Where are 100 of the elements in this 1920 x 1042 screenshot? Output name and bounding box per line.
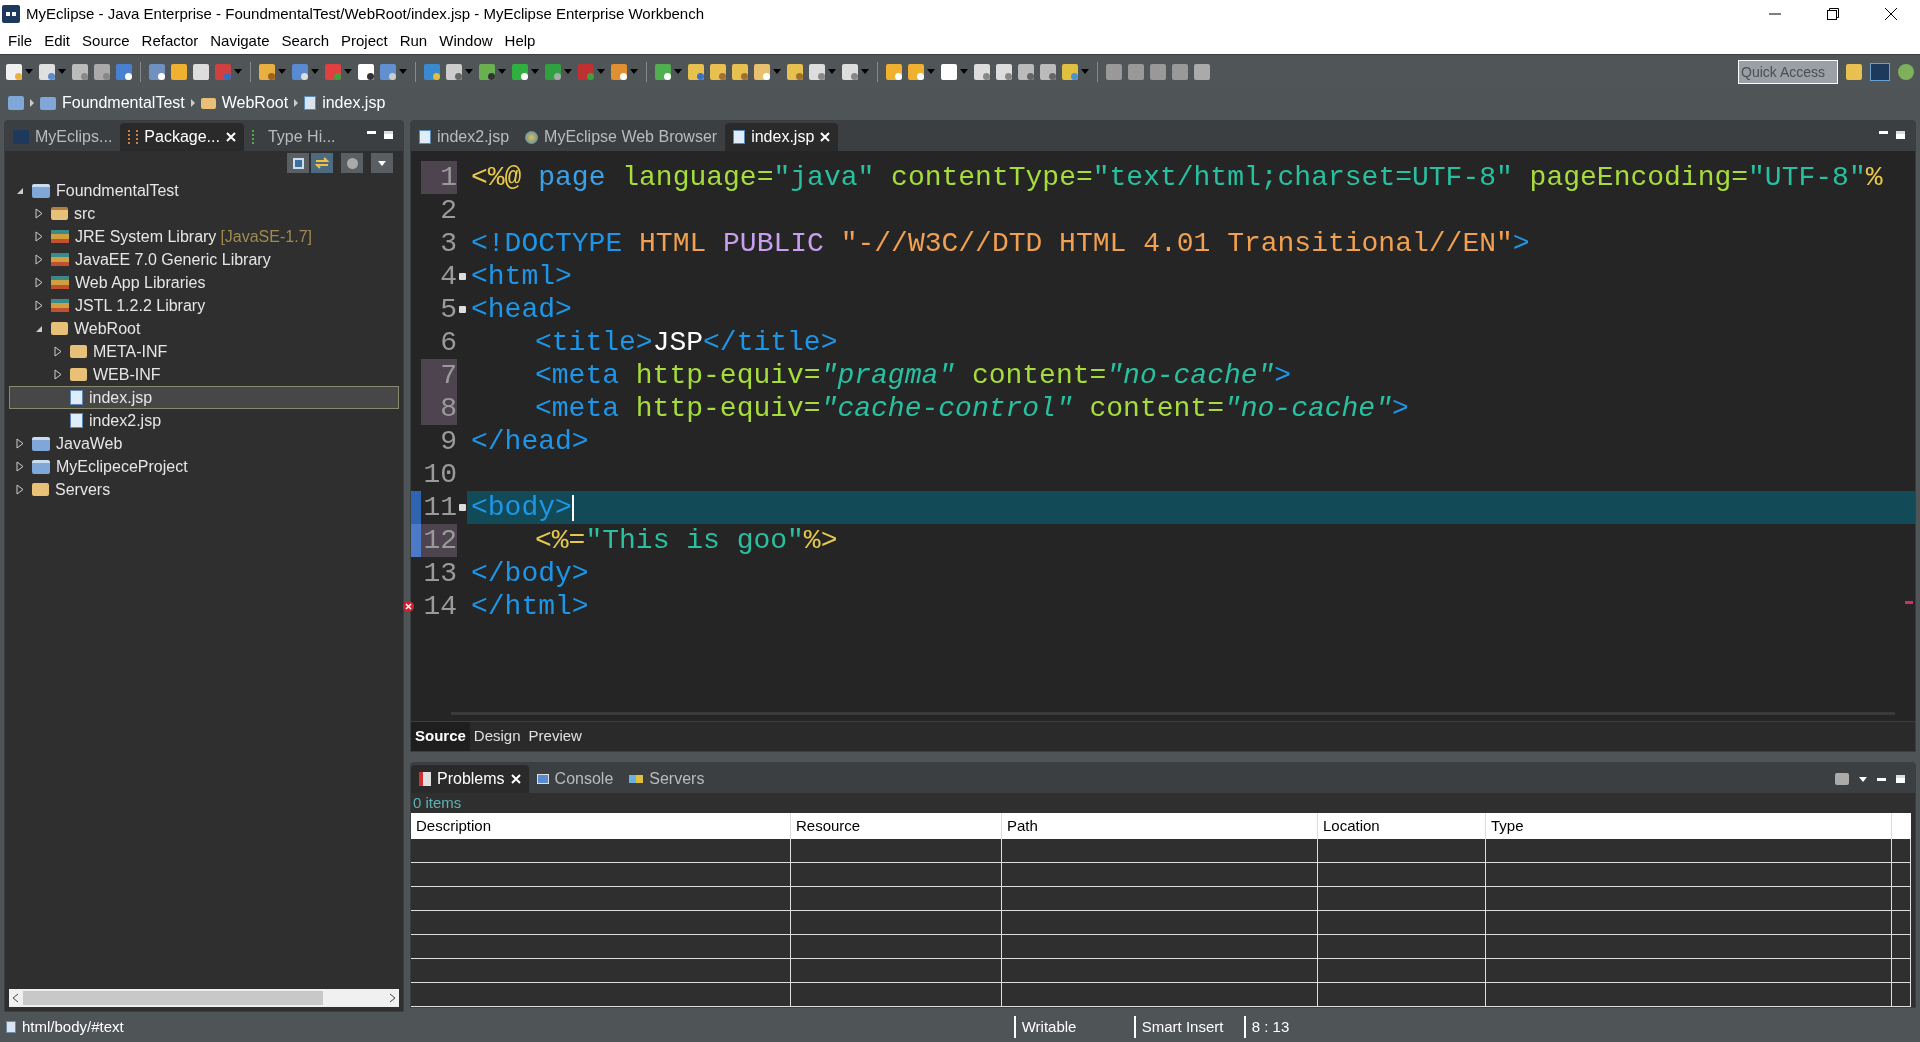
collapsed-arrow-icon[interactable] bbox=[35, 277, 43, 288]
collapse-all-icon[interactable] bbox=[287, 153, 309, 173]
collapsed-arrow-icon[interactable] bbox=[54, 369, 62, 380]
app-logo-icon bbox=[13, 130, 29, 144]
tab[interactable]: Console bbox=[528, 765, 622, 793]
tree-item[interactable]: JavaEE 7.0 Generic Library bbox=[9, 248, 399, 271]
collapsed-arrow-icon[interactable] bbox=[35, 300, 43, 311]
menu-item[interactable]: Project bbox=[335, 29, 394, 53]
file-icon bbox=[6, 1021, 16, 1033]
tree-item[interactable]: JRE System Library [JavaSE-1.7] bbox=[9, 225, 399, 248]
tree-item[interactable]: src bbox=[9, 202, 399, 225]
tree-item[interactable]: WEB-INF bbox=[9, 363, 399, 386]
console-icon bbox=[536, 774, 549, 784]
code-line: </body> bbox=[470, 557, 589, 590]
file-icon bbox=[419, 130, 431, 144]
filter-icon[interactable] bbox=[341, 153, 363, 173]
dropdown-icon[interactable] bbox=[371, 153, 393, 173]
tab[interactable]: index2.jsp bbox=[411, 123, 518, 151]
tree-item[interactable]: FoundmentalTest bbox=[9, 179, 399, 202]
menu-item[interactable]: Navigate bbox=[204, 29, 276, 53]
collapsed-arrow-icon[interactable] bbox=[35, 208, 43, 219]
code-line: <html> bbox=[470, 260, 572, 293]
collapsed-arrow-icon[interactable] bbox=[35, 254, 43, 265]
view-tab[interactable]: Design bbox=[469, 722, 525, 751]
tab[interactable]: MyEclips... bbox=[5, 123, 121, 151]
horizontal-scrollbar[interactable] bbox=[9, 989, 399, 1007]
menu-item[interactable]: Edit bbox=[38, 29, 77, 53]
collapsed-arrow-icon[interactable] bbox=[16, 484, 24, 495]
tree-item[interactable]: META-INF bbox=[9, 340, 399, 363]
tree-item[interactable]: JavaWeb bbox=[9, 432, 399, 455]
menu-item[interactable]: Refactor bbox=[135, 29, 205, 53]
minimize-icon[interactable] bbox=[1877, 777, 1886, 781]
write-mode: Writable bbox=[1013, 1015, 1134, 1039]
column-header[interactable]: Type bbox=[1486, 813, 1892, 839]
tree-item[interactable]: JSTL 1.2.2 Library bbox=[9, 294, 399, 317]
code-line: <%@ page language="java" contentType="text/html;charset=UTF-8" pageEncoding="UTF-8"% bbox=[470, 161, 1883, 194]
expanded-arrow-icon[interactable] bbox=[16, 186, 24, 195]
project-folder-icon bbox=[32, 459, 50, 474]
view-tab[interactable]: Preview bbox=[524, 722, 586, 751]
tree-item[interactable]: index2.jsp bbox=[9, 409, 399, 432]
column-header[interactable]: Resource bbox=[791, 813, 1002, 839]
tab[interactable]: MyEclipse Web Browser bbox=[517, 123, 726, 151]
app-logo-icon[interactable] bbox=[1870, 62, 1890, 81]
code-line: <body> bbox=[470, 491, 572, 524]
books-icon bbox=[51, 253, 69, 266]
tab[interactable]: index.jsp bbox=[725, 123, 839, 151]
line-number: 10 bbox=[422, 458, 457, 491]
collapsed-arrow-icon[interactable] bbox=[16, 438, 24, 449]
dropdown-icon[interactable] bbox=[1859, 776, 1867, 782]
breadcrumb-item[interactable]: WebRoot bbox=[221, 91, 289, 115]
collapsed-arrow-icon[interactable] bbox=[54, 346, 62, 357]
file-icon bbox=[70, 390, 83, 405]
menu-item[interactable]: Help bbox=[498, 29, 542, 53]
package-folder-icon bbox=[51, 207, 68, 220]
line-number: 6 bbox=[439, 326, 457, 359]
tree-item[interactable]: Web App Libraries bbox=[9, 271, 399, 294]
breadcrumb-item[interactable]: FoundmentalTest bbox=[62, 91, 185, 115]
column-header[interactable]: Description bbox=[411, 813, 791, 839]
library-version: [JavaSE-1.7] bbox=[220, 226, 312, 247]
line-number: 12 bbox=[421, 524, 457, 557]
file-icon bbox=[70, 413, 83, 428]
tab[interactable]: Type Hi... bbox=[243, 123, 344, 151]
tree-label: WebRoot bbox=[74, 318, 141, 339]
tree-label: index2.jsp bbox=[89, 410, 162, 431]
text-cursor bbox=[571, 494, 574, 521]
tree-label: FoundmentalTest bbox=[56, 180, 179, 201]
quick-access-field[interactable]: Quick Access bbox=[1738, 59, 1838, 84]
restore-icon[interactable] bbox=[1827, 8, 1839, 20]
tab[interactable]: Problems bbox=[411, 765, 529, 793]
tree-label: Servers bbox=[55, 479, 111, 500]
menu-item[interactable]: Window bbox=[433, 29, 499, 53]
menu-item[interactable]: Run bbox=[393, 29, 434, 53]
problems-icon bbox=[419, 772, 431, 786]
menu-item[interactable]: Source bbox=[76, 29, 136, 53]
link-arrows-icon[interactable] bbox=[311, 153, 333, 173]
collapsed-arrow-icon[interactable] bbox=[16, 461, 24, 472]
column-header[interactable]: Path bbox=[1002, 813, 1318, 839]
chevron-icon bbox=[30, 99, 34, 107]
breadcrumb-item[interactable]: index.jsp bbox=[322, 91, 386, 115]
chevron-icon bbox=[294, 99, 299, 107]
window-title: MyEclipse - Java Enterprise - FoundmentalTest/WebRoot/index.jsp - MyEclipse Enterprise Workbench bbox=[26, 3, 705, 24]
tab[interactable]: Package... bbox=[120, 123, 244, 151]
code-line: </head> bbox=[470, 425, 589, 458]
file-icon bbox=[733, 130, 746, 144]
close-icon[interactable] bbox=[1884, 7, 1898, 21]
menu-item[interactable]: Search bbox=[275, 29, 335, 53]
view-tab[interactable]: Source bbox=[411, 722, 470, 751]
line-number: 7 bbox=[421, 359, 457, 392]
tree-item[interactable]: Servers bbox=[9, 478, 399, 501]
tree-item[interactable]: MyEclipeceProject bbox=[9, 455, 399, 478]
error-marker bbox=[1905, 601, 1913, 604]
expanded-arrow-icon[interactable] bbox=[35, 324, 43, 333]
tree-item[interactable]: index.jsp bbox=[9, 386, 399, 409]
tab[interactable]: Servers bbox=[621, 765, 713, 793]
project-folder-icon bbox=[32, 436, 50, 451]
code-line: <head> bbox=[470, 293, 572, 326]
menu-item[interactable]: File bbox=[2, 29, 39, 53]
collapsed-arrow-icon[interactable] bbox=[35, 231, 43, 242]
column-header[interactable]: Location bbox=[1318, 813, 1486, 839]
tree-item[interactable]: WebRoot bbox=[9, 317, 399, 340]
